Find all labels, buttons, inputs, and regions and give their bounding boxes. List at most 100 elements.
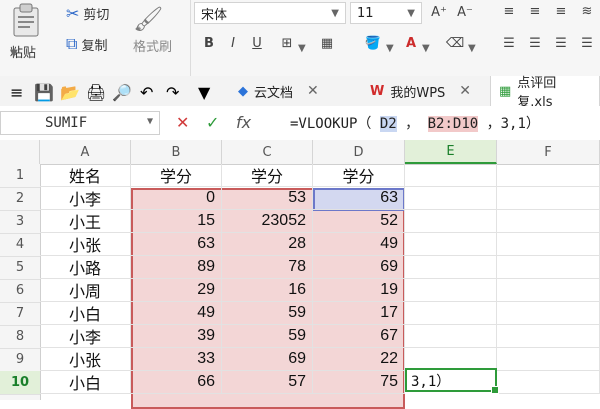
cell-b9[interactable]: 33	[131, 348, 222, 371]
cell-e3[interactable]	[405, 210, 497, 233]
border-dropdown-icon[interactable]: ▼	[298, 43, 306, 54]
align-right-icon[interactable]: ☰	[552, 34, 570, 52]
align-center-icon[interactable]: ☰	[526, 34, 544, 52]
cell-f8[interactable]	[497, 325, 600, 348]
save-icon[interactable]: 💾	[34, 83, 54, 102]
cell-b2[interactable]: 0	[131, 187, 222, 210]
confirm-icon[interactable]: ✓	[206, 113, 219, 132]
cell-f6[interactable]	[497, 279, 600, 302]
cell-b4[interactable]: 63	[131, 233, 222, 256]
fill-color-icon[interactable]: 🪣	[364, 34, 382, 52]
cell-b3[interactable]: 15	[131, 210, 222, 233]
tab-my-wps[interactable]: W 我的WPS ✕	[362, 76, 490, 106]
tab-cloud-docs[interactable]: ◆ 云文档 ✕	[230, 76, 362, 106]
cell-b7[interactable]: 49	[131, 302, 222, 325]
column-header-a[interactable]: A	[40, 140, 131, 164]
cell-c8[interactable]: 59	[222, 325, 313, 348]
cell-c9[interactable]: 69	[222, 348, 313, 371]
cell-c2[interactable]: 53	[222, 187, 313, 210]
cell-c3[interactable]: 23052	[222, 210, 313, 233]
active-cell-e10[interactable]: 3,1）	[405, 368, 499, 394]
fx-icon[interactable]: fx	[236, 113, 251, 132]
select-all-corner[interactable]	[0, 140, 40, 164]
align-left-icon[interactable]: ☰	[500, 34, 518, 52]
cell-a7[interactable]: 小白	[40, 302, 131, 325]
cell-e6[interactable]	[405, 279, 497, 302]
fill-handle[interactable]	[491, 386, 499, 394]
cell-a1[interactable]: 姓名	[40, 164, 131, 187]
customize-icon[interactable]: ▼	[198, 83, 214, 102]
cell-c1[interactable]: 学分	[222, 164, 313, 187]
paste-button[interactable]: 粘贴 ▼	[8, 2, 52, 72]
italic-icon[interactable]: I	[224, 34, 242, 52]
column-header-c[interactable]: C	[222, 140, 313, 164]
name-box[interactable]: SUMIF ▼	[0, 111, 160, 135]
align-bottom-icon[interactable]: ≡	[552, 2, 570, 20]
grid-icon[interactable]: ▦	[318, 34, 336, 52]
cell-a6[interactable]: 小周	[40, 279, 131, 302]
cell-a9[interactable]: 小张	[40, 348, 131, 371]
row-header-4[interactable]: 4	[0, 233, 40, 257]
row-header-5[interactable]: 5	[0, 256, 40, 280]
row-header-9[interactable]: 9	[0, 348, 40, 372]
cell-a4[interactable]: 小张	[40, 233, 131, 256]
column-header-e[interactable]: E	[405, 140, 497, 164]
cell-f3[interactable]	[497, 210, 600, 233]
cell-f5[interactable]	[497, 256, 600, 279]
clear-icon[interactable]: ⌫	[446, 34, 464, 52]
cell-a8[interactable]: 小李	[40, 325, 131, 348]
cell-a2[interactable]: 小李	[40, 187, 131, 210]
cancel-icon[interactable]: ✕	[176, 113, 189, 132]
cell-e4[interactable]	[405, 233, 497, 256]
cell-d2[interactable]: 63	[313, 187, 405, 210]
fill-dropdown-icon[interactable]: ▼	[386, 43, 394, 54]
row-header-10[interactable]: 10	[0, 371, 40, 395]
column-header-d[interactable]: D	[313, 140, 405, 164]
cell-d9[interactable]: 22	[313, 348, 405, 371]
cell-f9[interactable]	[497, 348, 600, 371]
cell-f2[interactable]	[497, 187, 600, 210]
cell-e2[interactable]	[405, 187, 497, 210]
cell-d8[interactable]: 67	[313, 325, 405, 348]
underline-icon[interactable]: U	[248, 34, 266, 52]
cell-e8[interactable]	[405, 325, 497, 348]
cell-a3[interactable]: 小王	[40, 210, 131, 233]
align-middle-icon[interactable]: ≡	[526, 2, 544, 20]
row-header-2[interactable]: 2	[0, 187, 40, 211]
paste-dropdown-icon[interactable]: ▼	[10, 48, 18, 59]
font-name-select[interactable]: 宋体 ▼	[194, 2, 346, 24]
cell-c5[interactable]: 78	[222, 256, 313, 279]
align-justify-icon[interactable]: ☰	[578, 34, 596, 52]
cell-e1[interactable]	[405, 164, 497, 187]
open-icon[interactable]: 📂	[60, 83, 80, 102]
row-header-8[interactable]: 8	[0, 325, 40, 349]
print-icon[interactable]: 🖨	[86, 83, 106, 102]
cell-f7[interactable]	[497, 302, 600, 325]
cell-b5[interactable]: 89	[131, 256, 222, 279]
cell-f4[interactable]	[497, 233, 600, 256]
menu-icon[interactable]: ≡	[10, 83, 26, 102]
redo-icon[interactable]: ↷	[166, 83, 182, 102]
border-icon[interactable]: ⊞	[278, 34, 296, 52]
cell-d3[interactable]: 52	[313, 210, 405, 233]
clear-dropdown-icon[interactable]: ▼	[468, 43, 476, 54]
cell-f10[interactable]	[497, 371, 600, 394]
cell-c10[interactable]: 57	[222, 371, 313, 394]
align-top-icon[interactable]: ≡	[500, 2, 518, 20]
cell-c7[interactable]: 59	[222, 302, 313, 325]
preview-icon[interactable]: 🔎	[112, 83, 132, 102]
row-header-6[interactable]: 6	[0, 279, 40, 303]
row-header-3[interactable]: 3	[0, 210, 40, 234]
cell-e7[interactable]	[405, 302, 497, 325]
column-header-b[interactable]: B	[131, 140, 222, 164]
format-painter-button[interactable]: 🖌	[133, 4, 183, 34]
bold-icon[interactable]: B	[200, 34, 218, 52]
cell-d5[interactable]: 69	[313, 256, 405, 279]
cell-a5[interactable]: 小路	[40, 256, 131, 279]
font-color-icon[interactable]: A	[402, 34, 420, 52]
cell-c6[interactable]: 16	[222, 279, 313, 302]
cell-d7[interactable]: 17	[313, 302, 405, 325]
font-size-select[interactable]: 11 ▼	[350, 2, 422, 24]
cell-c4[interactable]: 28	[222, 233, 313, 256]
undo-icon[interactable]: ↶	[140, 83, 156, 102]
